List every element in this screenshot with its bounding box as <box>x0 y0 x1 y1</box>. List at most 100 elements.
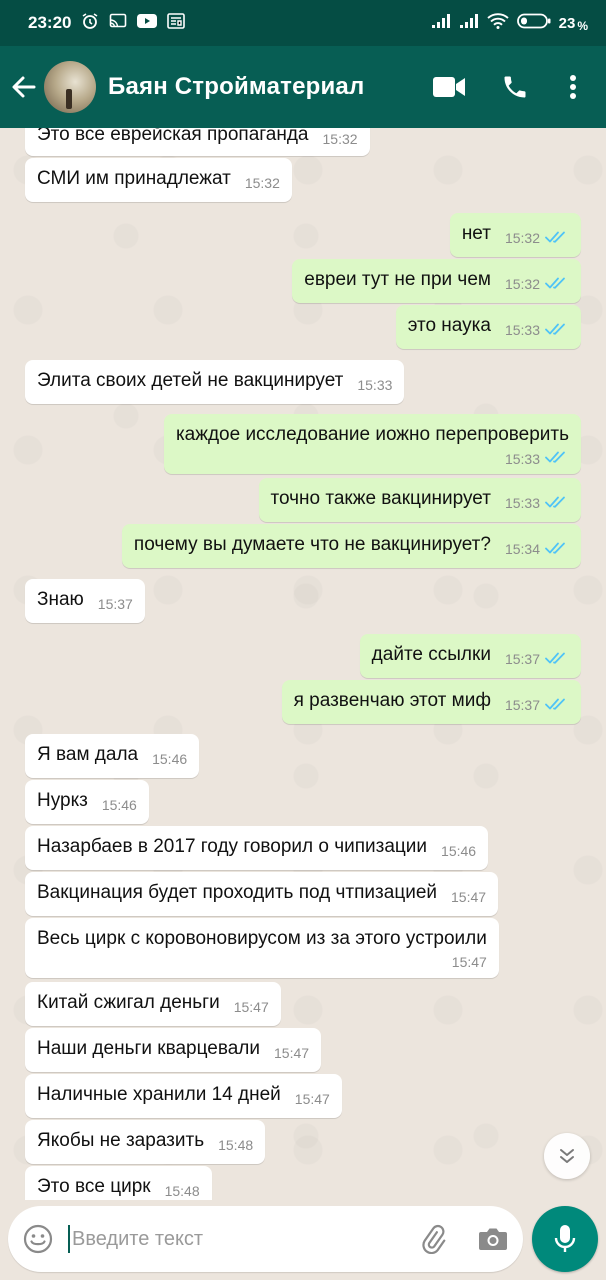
message-text: Это все цирк <box>37 1176 151 1197</box>
wifi-icon <box>487 13 509 33</box>
incoming-message[interactable]: Наличные хранили 14 дней 15:47 <box>25 1074 342 1118</box>
status-time: 23:20 <box>28 13 72 32</box>
arrow-left-icon <box>12 76 36 98</box>
message-text: дайте ссылки <box>371 644 491 665</box>
incoming-message[interactable]: Это все цирк 15:48 <box>25 1166 212 1200</box>
message-meta: 15:47 <box>37 954 487 970</box>
outgoing-message[interactable]: каждое исследование иожно перепроверить 1… <box>163 414 581 474</box>
outgoing-message[interactable]: я развенчаю этот миф 15:37 <box>281 680 581 724</box>
message-input-container: Введите текст <box>8 1206 523 1272</box>
news-icon <box>167 12 186 34</box>
emoji-button[interactable] <box>8 1206 68 1272</box>
message-text: Это все еврейская пропаганда <box>37 128 309 145</box>
incoming-message[interactable]: Вакцинация будет проходить под чтпизацие… <box>25 872 499 916</box>
voice-call-button[interactable] <box>482 46 548 128</box>
message-meta: 15:48 <box>218 1137 253 1153</box>
more-options-button[interactable] <box>548 46 598 128</box>
incoming-message[interactable]: Китай сжигал деньги 15:47 <box>25 982 281 1026</box>
read-ticks-icon <box>545 322 569 339</box>
message-meta: 15:46 <box>102 797 137 813</box>
incoming-message[interactable]: Это все еврейская пропаганда 15:32 <box>25 128 370 156</box>
read-ticks-icon <box>545 697 569 714</box>
chat-header: Баян Стройматериал <box>0 46 606 128</box>
outgoing-message[interactable]: это наука 15:33 <box>395 305 581 349</box>
message-text: почему вы думаете что не вакцинирует? <box>133 534 491 555</box>
message-text: Наличные хранили 14 дней <box>37 1084 281 1105</box>
video-call-button[interactable] <box>416 46 482 128</box>
incoming-message[interactable]: Весь цирк с коровоновирусом из за этого … <box>25 918 499 978</box>
incoming-message[interactable]: Назарбаев в 2017 году говорил о чипизаци… <box>25 826 489 870</box>
voice-record-button[interactable] <box>532 1206 598 1272</box>
read-ticks-icon <box>545 541 569 558</box>
camera-button[interactable] <box>463 1206 523 1272</box>
message-meta: 15:47 <box>234 999 269 1015</box>
message-time: 15:37 <box>97 596 133 612</box>
message-time: 15:32 <box>504 230 540 246</box>
contact-name[interactable]: Баян Стройматериал <box>108 73 416 101</box>
message-text: точно также вакцинирует <box>270 488 491 509</box>
signal-icon-2 <box>459 13 479 33</box>
message-input[interactable]: Введите текст <box>72 1228 403 1251</box>
incoming-message[interactable]: Я вам дала 15:46 <box>25 734 200 778</box>
message-time: 15:47 <box>451 889 487 905</box>
message-text: Якобы не заразить <box>37 1130 205 1151</box>
message-meta: 15:33 <box>176 450 569 467</box>
message-text: СМИ им принадлежат <box>37 168 231 189</box>
read-ticks-icon <box>545 495 569 512</box>
message-time: 15:32 <box>322 131 358 147</box>
outgoing-message[interactable]: нет 15:32 <box>449 213 581 257</box>
incoming-message[interactable]: Знаю 15:37 <box>25 579 145 623</box>
message-meta: 15:33 <box>357 377 392 393</box>
message-meta: 15:32 <box>505 276 569 293</box>
message-meta: 15:37 <box>505 651 569 668</box>
message-text: евреи тут не при чем <box>304 269 491 290</box>
message-text: я развенчаю этот миф <box>293 690 491 711</box>
status-bar: 23:20 23 % <box>0 0 606 46</box>
back-button[interactable] <box>4 46 44 128</box>
message-time: 15:32 <box>504 276 540 292</box>
message-time: 15:46 <box>441 843 477 859</box>
message-meta: 15:48 <box>165 1183 200 1199</box>
outgoing-message[interactable]: почему вы думаете что не вакцинирует? 15:… <box>121 524 581 568</box>
incoming-message[interactable]: Якобы не заразить 15:48 <box>25 1120 266 1164</box>
message-text: это наука <box>407 315 491 336</box>
message-meta: 15:33 <box>505 495 569 512</box>
message-text: Весь цирк с коровоновирусом из за этого … <box>37 928 487 949</box>
message-time: 15:32 <box>244 175 280 191</box>
message-time: 15:33 <box>504 495 540 511</box>
paperclip-icon <box>422 1224 446 1254</box>
incoming-message[interactable]: СМИ им принадлежат 15:32 <box>25 158 292 202</box>
read-ticks-icon <box>545 276 569 293</box>
message-meta: 15:37 <box>98 596 133 612</box>
message-time: 15:47 <box>294 1091 330 1107</box>
message-time: 15:33 <box>504 322 540 338</box>
incoming-message[interactable]: Элита своих детей не вакцинирует 15:33 <box>25 360 405 404</box>
message-text: Знаю <box>37 589 84 610</box>
outgoing-message[interactable]: точно также вакцинирует 15:33 <box>258 478 581 522</box>
battery-unit: % <box>577 19 588 33</box>
avatar[interactable] <box>44 61 96 113</box>
battery-percent: 23 <box>558 14 576 32</box>
message-list[interactable]: Это все еврейская пропаганда 15:32 СМИ им … <box>0 128 606 1200</box>
message-time: 15:48 <box>218 1137 254 1153</box>
message-time: 15:34 <box>504 541 540 557</box>
composer: Введите текст <box>0 1200 606 1280</box>
alarm-icon <box>81 12 99 35</box>
incoming-message[interactable]: Нуркз 15:46 <box>25 780 149 824</box>
read-ticks-icon <box>545 230 569 247</box>
outgoing-message[interactable]: дайте ссылки 15:37 <box>359 634 581 678</box>
incoming-message[interactable]: Наши деньги кварцевали 15:47 <box>25 1028 322 1072</box>
message-time: 15:47 <box>233 999 269 1015</box>
read-ticks-icon <box>545 651 569 668</box>
scroll-to-bottom-button[interactable] <box>544 1133 590 1179</box>
more-vert-icon <box>570 75 576 99</box>
message-meta: 15:46 <box>152 751 187 767</box>
message-time: 15:48 <box>164 1183 200 1199</box>
message-meta: 15:32 <box>245 175 280 191</box>
microphone-icon <box>554 1225 576 1252</box>
message-text: нет <box>461 223 491 244</box>
outgoing-message[interactable]: евреи тут не при чем 15:32 <box>292 259 581 303</box>
battery-icon <box>516 13 551 33</box>
phone-icon <box>504 76 526 98</box>
attach-button[interactable] <box>403 1206 463 1272</box>
